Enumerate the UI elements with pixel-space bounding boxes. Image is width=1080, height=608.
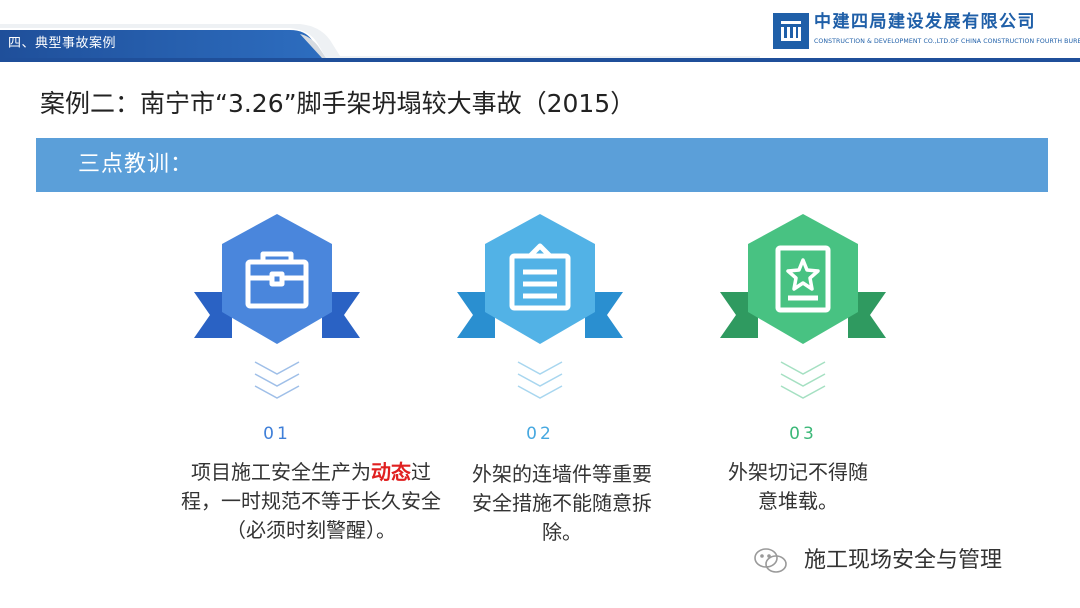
chevron-down-icon (773, 356, 833, 404)
header-band: 四、典型事故案例 中建四局建设发展有限公司 CONSTRUCTION & DEV… (0, 0, 1080, 62)
lesson-badge-3 (718, 210, 888, 360)
company-name-cn: 中建四局建设发展有限公司 (814, 12, 1036, 32)
lesson-number-2: 02 (526, 424, 554, 444)
lesson-text-1-highlight: 动态 (371, 460, 411, 484)
lesson-number-1: 01 (263, 424, 291, 444)
lessons-header-label: 三点教训： (78, 152, 194, 177)
lesson-number-3: 03 (789, 424, 817, 444)
section-label: 四、典型事故案例 (8, 36, 117, 51)
lessons-header-bar: 三点教训： (36, 138, 1048, 192)
lesson-text-3: 外架切记不得随意堆载。 (728, 460, 868, 513)
lesson-text-2: 外架的连墙件等重要安全措施不能随意拆除。 (472, 462, 652, 544)
company-logo-icon (773, 13, 809, 49)
watermark-text: 施工现场安全与管理 (804, 548, 1003, 573)
lesson-badge-2 (455, 210, 625, 360)
chevron-down-icon (247, 356, 307, 404)
lesson-text-1: 项目施工安全生产为动态过程，一时规范不等于长久安全（必须时刻警醒）。 (180, 458, 442, 545)
lesson-text-1-before: 项目施工安全生产为 (191, 460, 371, 484)
wechat-icon (752, 544, 792, 578)
lesson-badge-1 (192, 210, 362, 360)
chevron-down-icon (510, 356, 570, 404)
company-name-en: CONSTRUCTION & DEVELOPMENT CO.,LTD.OF CH… (814, 38, 1080, 45)
page-title: 案例二：南宁市“3.26”脚手架坍塌较大事故（2015） (40, 89, 636, 118)
